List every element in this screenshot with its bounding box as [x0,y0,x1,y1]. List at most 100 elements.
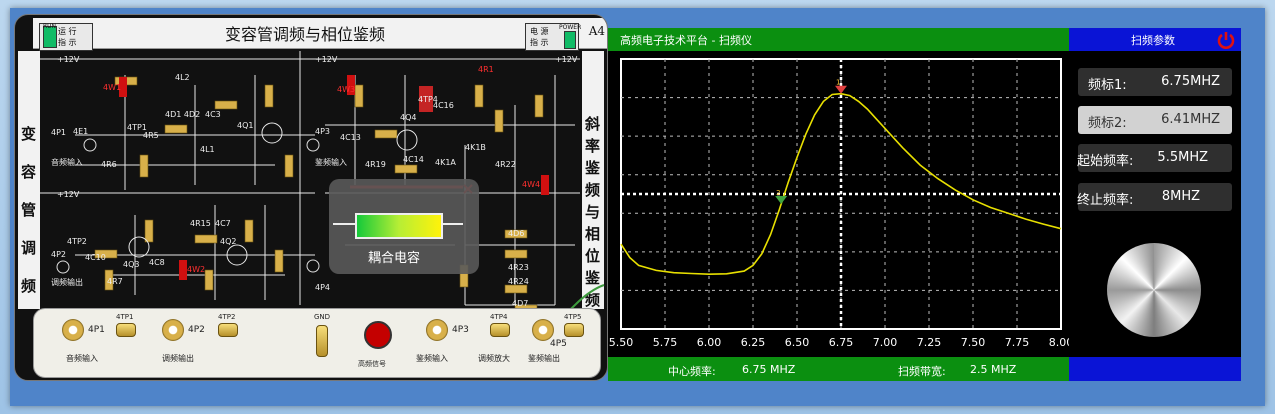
scope-title: 高频电子技术平台 - 扫频仪 [620,34,752,47]
marker2-field[interactable]: 频标2: 6.41MHZ [1078,106,1232,134]
jack-caption: 鉴频输出 [528,354,560,363]
component-label: 4L1 [200,145,215,154]
params-panel: 频标1: 6.75MHZ 频标2: 6.41MHZ 起始频率: 5.5MHZ 终… [1069,51,1241,357]
component-label: 4C14 [403,155,424,164]
params-footer-bar [1069,357,1241,381]
capacitor-lead-right [441,223,463,225]
component-label: 4R5 [143,131,159,140]
start-freq-field[interactable]: 起始频率: 5.5MHZ [1077,144,1232,172]
start-freq-label: 起始频率: [1077,154,1134,169]
jack-4p1[interactable] [62,319,84,341]
center-freq-value: 6.75 MHZ [742,363,796,376]
testpoint-label: 4TP4 [490,313,508,321]
component-label: 4P3 [315,127,331,136]
jack-strip: 4P1 4TP1 音频输入 4P2 4TP2 调频输出 GND 高频信号 4P3… [33,308,601,378]
component-label: 4P1 [51,128,67,137]
freq-marker-label: 1 [836,79,840,87]
component-label: 4TP2 [67,237,87,246]
component-label: 4W2 [187,265,206,274]
component-label: 4D1 4D2 [165,110,201,119]
component-label: 4E1 [73,127,89,136]
component-label: 4P4 [315,283,331,292]
marker1-value: 6.75MHZ [1161,74,1220,89]
component-label: 4TP1 [127,123,147,132]
x-tick-label: 7.75 [1005,336,1030,349]
component-label: 4P2 [51,250,67,259]
freq-marker-label: 2 [776,189,780,197]
x-tick-label: 6.00 [697,336,722,349]
jack-4p3[interactable] [426,319,448,341]
x-tick-label: 7.50 [961,336,986,349]
freq-marker-1 [835,85,847,94]
component-label: 4R24 [508,277,529,286]
component-label: 4D6 [508,229,525,238]
marker2-value: 6.41MHZ [1161,112,1220,127]
testpoint-4tp5[interactable] [564,323,584,337]
component-label: 4C8 [149,258,165,267]
component-label: 4W3 [337,85,356,94]
component-label: 4R23 [508,263,529,272]
component-label: 4R7 [107,277,123,286]
marker1-label: 频标1: [1088,78,1127,93]
voltage-label: +12V [57,55,80,64]
component-label: 4D7 [512,299,529,308]
x-tick-label: 5.50 [609,336,634,349]
sweep-plot: 5.50 5.75 6.00 6.25 6.50 6.75 7.00 7.25 7.50 7.75… [609,58,1073,349]
testpoint-label: 4TP1 [116,313,134,321]
jack-label: 4P1 [88,325,105,335]
component-label: 4Q4 [400,113,417,122]
x-tick-label: 7.00 [873,336,898,349]
bandwidth-value: 2.5 MHZ [970,363,1017,376]
testpoint-4tp4[interactable] [490,323,510,337]
hf-signal-source-icon[interactable] [364,321,392,349]
voltage-label: +12V [57,190,80,199]
jack-4p5[interactable] [532,319,554,341]
center-freq-label: 中心频率: [668,365,716,378]
tooltip-label: 耦合电容 [367,251,420,266]
testpoint-label: 4TP2 [218,313,236,321]
component-label: 4Q1 [237,121,254,130]
params-title: 扫频参数 [1131,34,1175,47]
jack-label: 4P3 [452,325,469,335]
jack-4p2[interactable] [162,319,184,341]
component-label: 音频输入 [51,158,83,167]
component-label: 4K1B [465,143,486,152]
component-label: 4W4 [522,180,541,189]
x-tick-label: 7.25 [917,336,942,349]
component-label: 4R6 [101,160,117,169]
testpoint-4tp2[interactable] [218,323,238,337]
component-label: 4C7 [215,219,231,228]
component-label: 4K1A [435,158,456,167]
scope-status-bar: 中心频率: 6.75 MHZ 扫频带宽: 2.5 MHZ [608,357,1069,381]
component-tooltip: 耦合电容 [329,179,479,274]
jack-label: 4P2 [188,325,205,335]
freq-marker-2 [775,196,788,205]
scope-title-bar: 高频电子技术平台 - 扫频仪 [608,28,1069,51]
stop-freq-value: 8MHZ [1161,189,1200,204]
component-label: 4R15 [190,219,211,228]
testpoint-label: 4TP5 [564,313,582,321]
jack-label: 4P5 [550,339,567,349]
window-frame: 变容管调频与相位鉴频 A4 RUN 运 行 指 示 电 源 指 示 POWER … [0,0,1275,414]
capacitor-icon [355,213,443,239]
circuit-board: 变容管调频与相位鉴频 A4 RUN 运 行 指 示 电 源 指 示 POWER … [14,14,608,381]
amp-caption: 调频放大 [478,354,510,363]
testpoint-4tp1[interactable] [116,323,136,337]
component-label: 4Q2 [220,237,237,246]
component-label: 4Q3 [123,260,140,269]
component-label: 4C13 [340,133,361,142]
voltage-label: +12V [315,55,338,64]
marker1-field[interactable]: 频标1: 6.75MHZ [1078,68,1232,96]
jack-caption: 音频输入 [66,354,98,363]
component-label: 4W1 [103,83,122,92]
component-label: 4R1 [478,65,494,74]
x-tick-label: 6.25 [741,336,766,349]
stop-freq-field[interactable]: 终止频率: 8MHZ [1077,183,1232,211]
component-label: 4L2 [175,73,190,82]
gnd-pin[interactable] [316,325,328,357]
tuning-knob[interactable] [1107,243,1201,337]
start-freq-value: 5.5MHZ [1157,150,1208,165]
power-icon[interactable] [1216,30,1236,50]
component-label: 4R22 [495,160,516,169]
x-tick-label: 6.50 [785,336,810,349]
